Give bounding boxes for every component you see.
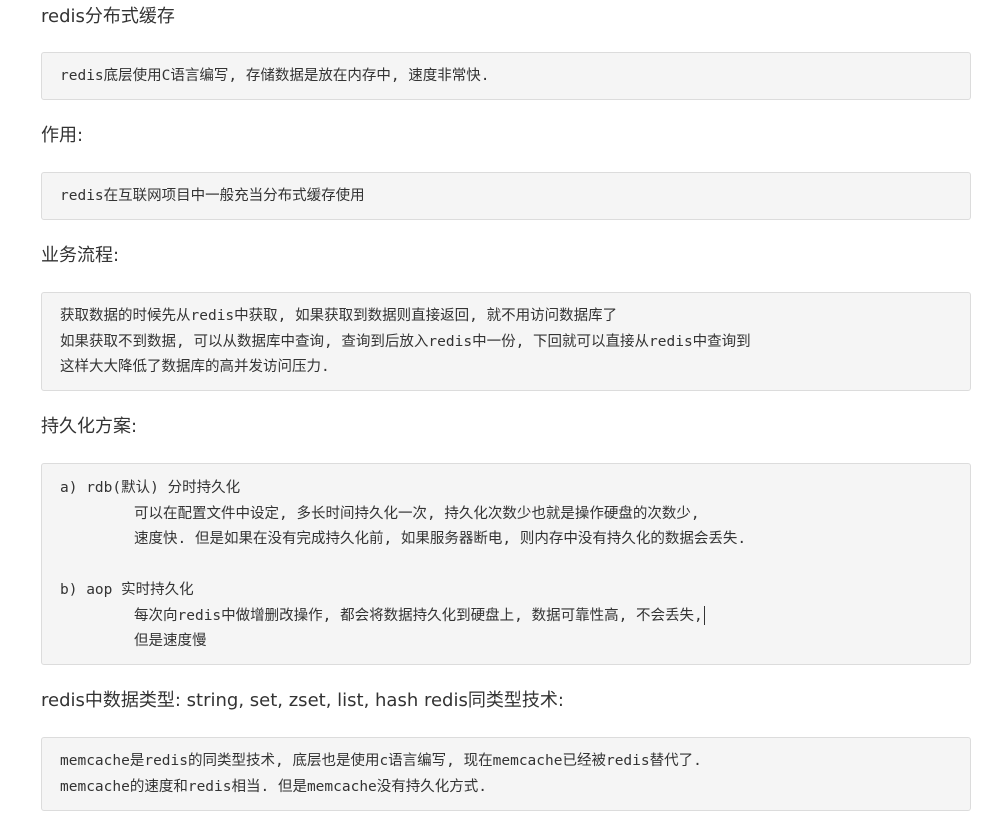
code-line: redis在互联网项目中一般充当分布式缓存使用 [60, 188, 365, 204]
code-line: memcache的速度和redis相当. 但是memcache没有持久化方式. [60, 778, 488, 795]
section-heading-data-types: redis中数据类型: string, set, zset, list, has… [41, 690, 564, 711]
section-heading-business-flow: 业务流程: [41, 245, 120, 266]
code-line: 这样大大降低了数据库的高并发访问压力. [60, 359, 330, 375]
code-block-redis-intro: redis底层使用C语言编写, 存储数据是放在内存中, 速度非常快. [41, 52, 971, 100]
code-line: 可以在配置文件中设定, 多长时间持久化一次, 持久化次数少也就是操作硬盘的次数少… [134, 505, 700, 522]
code-line: 如果获取不到数据, 可以从数据库中查询, 查询到后放入redis中一份, 下回就… [60, 333, 751, 350]
code-line-text: 每次向redis中做增删改操作, 都会将数据持久化到硬盘上, 数据可靠性高, 不… [134, 607, 703, 624]
code-line: memcache是redis的同类型技术, 底层也是使用c语言编写, 现在mem… [60, 753, 702, 769]
code-block-business-flow: 获取数据的时候先从redis中获取, 如果获取到数据则直接返回, 就不用访问数据… [41, 292, 971, 391]
section-heading-persistence: 持久化方案: [41, 416, 138, 437]
section-heading-purpose: 作用: [41, 125, 84, 146]
section-heading-redis-cache: redis分布式缓存 [41, 6, 175, 27]
code-line: a) rdb(默认) 分时持久化 [60, 480, 241, 496]
code-line: 但是速度慢 [134, 633, 207, 649]
code-block-purpose: redis在互联网项目中一般充当分布式缓存使用 [41, 172, 971, 220]
code-line-with-cursor[interactable]: 每次向redis中做增删改操作, 都会将数据持久化到硬盘上, 数据可靠性高, 不… [60, 604, 952, 630]
text-cursor [703, 606, 705, 625]
code-block-persistence: a) rdb(默认) 分时持久化 可以在配置文件中设定, 多长时间持久化一次, … [41, 463, 971, 665]
code-line: 速度快. 但是如果在没有完成持久化前, 如果服务器断电, 则内存中没有持久化的数… [134, 531, 747, 547]
code-block-memcache: memcache是redis的同类型技术, 底层也是使用c语言编写, 现在mem… [41, 737, 971, 811]
code-line: 获取数据的时候先从redis中获取, 如果获取到数据则直接返回, 就不用访问数据… [60, 308, 618, 324]
code-line: b) aop 实时持久化 [60, 582, 194, 598]
code-line: redis底层使用C语言编写, 存储数据是放在内存中, 速度非常快. [60, 68, 490, 84]
